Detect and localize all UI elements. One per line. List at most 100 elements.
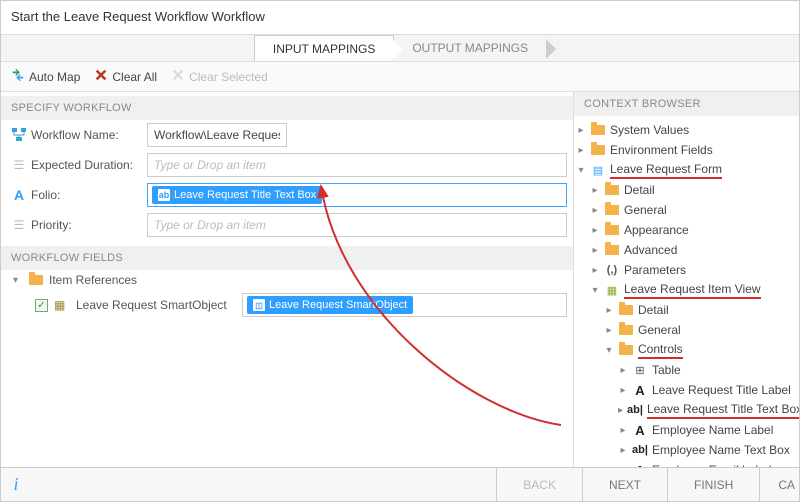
lrso-chip[interactable]: ◫ Leave Request SmartObject (247, 296, 413, 314)
node-lr-title-label[interactable]: ▸ A Leave Request Title Label (574, 380, 799, 400)
toolbar: Auto Map Clear All Clear Selected (1, 62, 799, 92)
expand-icon: ▸ (590, 185, 600, 196)
node-label: General (638, 323, 681, 337)
node-emp-name-textbox[interactable]: ▸ab|Employee Name Text Box (574, 440, 799, 460)
checkbox-checked-icon[interactable]: ✓ (35, 299, 48, 312)
node-label: Leave Request Item View (624, 282, 761, 299)
expand-icon: ▸ (590, 205, 600, 216)
node-general[interactable]: ▸General (574, 200, 799, 220)
node-label: Table (652, 363, 681, 377)
priority-icon: ☰ (11, 217, 27, 233)
row-folio: A Folio: ab Leave Request Title Text Box (1, 180, 573, 210)
collapse-icon: ▾ (13, 275, 23, 286)
expand-icon: ▸ (604, 305, 614, 316)
node-label: Employee Name Label (652, 423, 773, 437)
folder-icon (618, 343, 634, 357)
node-label: Employee Email Label (652, 463, 771, 467)
folio-label: Folio: (31, 188, 141, 202)
node-emp-name-label[interactable]: ▸AEmployee Name Label (574, 420, 799, 440)
node-label: Employee Name Text Box (652, 443, 790, 457)
clearall-button[interactable]: Clear All (94, 68, 157, 85)
folio-icon: A (11, 187, 27, 203)
row-item-references[interactable]: ▾ Item References (1, 270, 573, 290)
priority-label: Priority: (31, 218, 141, 232)
table-icon: ⊞ (632, 363, 648, 377)
node-environment-fields[interactable]: ▸ Environment Fields (574, 140, 799, 160)
textbox-icon: ab| (627, 403, 643, 417)
clearselected-button: Clear Selected (171, 68, 268, 85)
expected-duration-label: Expected Duration: (31, 158, 141, 172)
node-detail[interactable]: ▸ Detail (574, 180, 799, 200)
node-label: Leave Request Title Label (652, 383, 791, 397)
folder-icon (604, 223, 620, 237)
expected-duration-input[interactable] (147, 153, 567, 177)
form-icon: ▤ (590, 163, 606, 177)
lrso-chip-label: Leave Request SmartObject (269, 299, 407, 311)
section-context-browser: CONTEXT BROWSER (574, 92, 799, 116)
collapse-icon: ▾ (576, 165, 586, 176)
expand-icon: ▸ (590, 245, 600, 256)
folio-input[interactable]: ab Leave Request Title Text Box (147, 183, 567, 207)
expand-icon: ▸ (618, 465, 628, 468)
priority-input[interactable] (147, 213, 567, 237)
lrso-input[interactable]: ◫ Leave Request SmartObject (242, 293, 567, 317)
automap-icon (11, 68, 25, 85)
duration-icon: ☰ (11, 157, 27, 173)
row-priority: ☰ Priority: (1, 210, 573, 240)
node-emp-email-label[interactable]: ▸AEmployee Email Label (574, 460, 799, 467)
node-parameters[interactable]: ▸(,)Parameters (574, 260, 799, 280)
workflow-icon (11, 127, 27, 143)
collapse-icon: ▾ (604, 345, 614, 356)
automap-button[interactable]: Auto Map (11, 68, 80, 85)
clear-icon (94, 68, 108, 85)
info-icon[interactable]: i (1, 468, 31, 501)
folder-icon (618, 323, 634, 337)
next-button[interactable]: NEXT (582, 468, 667, 501)
row-expected-duration: ☰ Expected Duration: (1, 150, 573, 180)
context-tree: ▸System Values ▸ Environment Fields ▾ ▤ Lea… (574, 116, 799, 467)
expand-icon: ▸ (618, 425, 628, 436)
row-workflow-name: Workflow Name: (1, 120, 573, 150)
node-advanced[interactable]: ▸ Advanced (574, 240, 799, 260)
finish-button[interactable]: FINISH (667, 468, 759, 501)
expand-icon: ▸ (590, 225, 600, 236)
node-table[interactable]: ▸⊞Table (574, 360, 799, 380)
expand-icon: ▸ (576, 145, 586, 156)
folio-chip[interactable]: ab Leave Request Title Text Box (152, 186, 322, 204)
node-controls[interactable]: ▾Controls (574, 340, 799, 360)
row-leave-request-smartobject: ✓ ▦ Leave Request SmartObject ◫ Leave Re… (1, 290, 573, 320)
folder-icon (604, 183, 620, 197)
workflow-name-input[interactable] (147, 123, 287, 147)
node-label: Detail (624, 183, 655, 197)
node-label: Leave Request Form (610, 162, 722, 179)
workflow-name-label: Workflow Name: (31, 128, 141, 142)
node-general-2[interactable]: ▸General (574, 320, 799, 340)
folder-icon (604, 243, 620, 257)
node-appearance[interactable]: ▸ Appearance (574, 220, 799, 240)
node-label: Appearance (624, 223, 689, 237)
node-lr-title-textbox[interactable]: ▸ab|Leave Request Title Text Box (574, 400, 799, 420)
node-system-values[interactable]: ▸System Values (574, 120, 799, 140)
node-detail-2[interactable]: ▸Detail (574, 300, 799, 320)
tab-output-mappings[interactable]: OUTPUT MAPPINGS (394, 35, 546, 61)
item-references-label: Item References (49, 273, 137, 287)
cancel-button[interactable]: CA (759, 468, 799, 501)
smartobject-chip-icon: ◫ (253, 299, 265, 311)
expand-icon: ▸ (618, 405, 623, 416)
back-button: BACK (496, 468, 582, 501)
textbox-icon: ab| (632, 443, 648, 457)
node-leave-request-form[interactable]: ▾ ▤ Leave Request Form (574, 160, 799, 180)
view-icon: ▦ (604, 283, 620, 297)
node-label: Parameters (624, 263, 686, 277)
node-label: Advanced (624, 243, 677, 257)
page-title: Start the Leave Request Workflow Workflo… (1, 1, 799, 34)
node-leave-request-item-view[interactable]: ▾▦Leave Request Item View (574, 280, 799, 300)
node-label: Environment Fields (610, 143, 713, 157)
folder-icon (604, 203, 620, 217)
lrso-label: Leave Request SmartObject (76, 298, 236, 312)
clear-icon (171, 68, 185, 85)
tab-input-mappings[interactable]: INPUT MAPPINGS (254, 35, 394, 61)
expand-icon: ▸ (618, 385, 628, 396)
smartobject-icon: ▦ (54, 298, 70, 312)
label-icon: A (632, 383, 648, 397)
